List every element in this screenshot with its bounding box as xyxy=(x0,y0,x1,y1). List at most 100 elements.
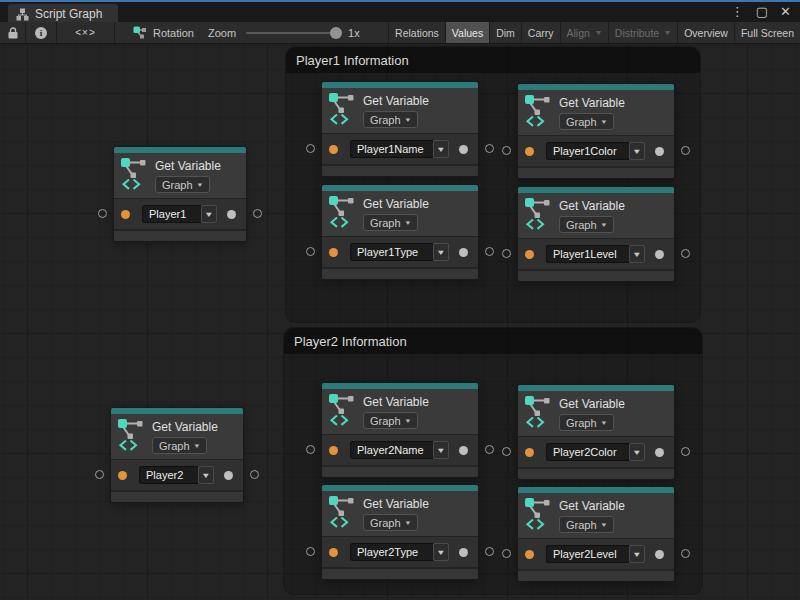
node-header[interactable]: Get Variable Graph ▼ xyxy=(322,389,478,434)
node-get-variable[interactable]: Get Variable Graph ▼ Player2Name ▼ xyxy=(322,383,478,477)
node-header[interactable]: Get Variable Graph ▼ xyxy=(518,391,674,436)
maximize-icon[interactable]: ▢ xyxy=(756,4,768,20)
output-port[interactable] xyxy=(485,445,494,454)
zoom-slider-handle[interactable] xyxy=(330,27,342,39)
graph-scope-dropdown[interactable]: Graph ▼ xyxy=(559,414,614,431)
variable-dropdown-button[interactable]: ▼ xyxy=(433,243,449,261)
node-header[interactable]: Get Variable Graph ▼ xyxy=(518,493,674,538)
output-port[interactable] xyxy=(681,249,690,258)
variable-dropdown[interactable]: Player1Type ▼ xyxy=(350,243,449,261)
carry-button[interactable]: Carry xyxy=(521,22,560,43)
input-port[interactable] xyxy=(306,144,315,153)
output-value-icon[interactable] xyxy=(227,210,236,219)
graph-scope-dropdown[interactable]: Graph ▼ xyxy=(363,514,418,531)
variable-dropdown[interactable]: Player2Level ▼ xyxy=(546,545,645,563)
output-port[interactable] xyxy=(485,547,494,556)
node-header[interactable]: Get Variable Graph ▼ xyxy=(518,90,674,135)
value-port-icon[interactable] xyxy=(525,550,534,559)
variable-dropdown[interactable]: Player1Level ▼ xyxy=(546,245,645,263)
node-header[interactable]: Get Variable Graph ▼ xyxy=(322,491,478,536)
variable-dropdown[interactable]: Player1 ▼ xyxy=(142,205,217,223)
variable-dropdown-button[interactable]: ▼ xyxy=(201,205,217,223)
graph-scope-dropdown[interactable]: Graph ▼ xyxy=(152,437,207,454)
graph-scope-dropdown[interactable]: Graph ▼ xyxy=(559,516,614,533)
output-value-icon[interactable] xyxy=(224,471,233,480)
value-port-icon[interactable] xyxy=(525,250,534,259)
dim-button[interactable]: Dim xyxy=(489,22,521,43)
variable-dropdown-button[interactable]: ▼ xyxy=(629,545,645,563)
graph-scope-dropdown[interactable]: Graph ▼ xyxy=(363,214,418,231)
lock-button[interactable] xyxy=(0,22,26,43)
node-get-variable[interactable]: Get Variable Graph ▼ Player1Color ▼ xyxy=(518,84,674,178)
input-port[interactable] xyxy=(502,447,511,456)
output-port[interactable] xyxy=(681,146,690,155)
values-button[interactable]: Values xyxy=(445,22,489,43)
variable-dropdown-button[interactable]: ▼ xyxy=(629,245,645,263)
variable-dropdown-button[interactable]: ▼ xyxy=(629,443,645,461)
input-port[interactable] xyxy=(502,249,511,258)
node-get-variable[interactable]: Get Variable Graph ▼ Player1Name ▼ xyxy=(322,82,478,176)
align-button[interactable]: Align▼ xyxy=(560,22,608,43)
output-value-icon[interactable] xyxy=(655,250,664,259)
overview-button[interactable]: Overview xyxy=(677,22,734,43)
variable-dropdown[interactable]: Player2Name ▼ xyxy=(350,441,449,459)
variable-dropdown[interactable]: Player2Type ▼ xyxy=(350,543,449,561)
output-value-icon[interactable] xyxy=(459,248,468,257)
graph-scope-dropdown[interactable]: Graph ▼ xyxy=(363,412,418,429)
value-port-icon[interactable] xyxy=(118,471,127,480)
info-button[interactable]: i xyxy=(26,22,57,43)
value-port-icon[interactable] xyxy=(329,548,338,557)
node-get-variable[interactable]: Get Variable Graph ▼ Player1 ▼ xyxy=(114,147,246,241)
fullscreen-button[interactable]: Full Screen xyxy=(734,22,800,43)
relations-button[interactable]: Relations xyxy=(388,22,445,43)
node-header[interactable]: Get Variable Graph ▼ xyxy=(518,193,674,238)
graph-scope-dropdown[interactable]: Graph ▼ xyxy=(559,113,614,130)
edit-graph-button[interactable]: <×> xyxy=(57,22,115,43)
variable-dropdown-button[interactable]: ▼ xyxy=(198,466,214,484)
input-port[interactable] xyxy=(306,445,315,454)
node-header[interactable]: Get Variable Graph ▼ xyxy=(114,153,246,198)
group-header[interactable]: Player2 Information xyxy=(284,328,702,354)
window-menu-icon[interactable]: ⋮ xyxy=(731,4,744,20)
node-get-variable[interactable]: Get Variable Graph ▼ Player2Type ▼ xyxy=(322,485,478,579)
graph-canvas[interactable]: Player1 Information Player2 Information … xyxy=(0,44,800,600)
input-port[interactable] xyxy=(95,470,104,479)
node-get-variable[interactable]: Get Variable Graph ▼ Player1Level ▼ xyxy=(518,187,674,281)
node-get-variable[interactable]: Get Variable Graph ▼ Player2Color ▼ xyxy=(518,385,674,479)
node-get-variable[interactable]: Get Variable Graph ▼ Player2 ▼ xyxy=(111,408,243,502)
variable-dropdown-button[interactable]: ▼ xyxy=(629,142,645,160)
node-get-variable[interactable]: Get Variable Graph ▼ Player1Type ▼ xyxy=(322,185,478,279)
group-header[interactable]: Player1 Information xyxy=(286,47,700,73)
value-port-icon[interactable] xyxy=(329,446,338,455)
input-port[interactable] xyxy=(502,549,511,558)
output-value-icon[interactable] xyxy=(655,147,664,156)
output-port[interactable] xyxy=(681,447,690,456)
tab-script-graph[interactable]: Script Graph xyxy=(8,4,118,24)
input-port[interactable] xyxy=(98,209,107,218)
input-port[interactable] xyxy=(306,547,315,556)
value-port-icon[interactable] xyxy=(525,147,534,156)
output-value-icon[interactable] xyxy=(459,446,468,455)
variable-dropdown[interactable]: Player1Color ▼ xyxy=(546,142,645,160)
input-port[interactable] xyxy=(502,146,511,155)
node-header[interactable]: Get Variable Graph ▼ xyxy=(322,88,478,133)
variable-dropdown[interactable]: Player2 ▼ xyxy=(139,466,214,484)
distribute-button[interactable]: Distribute▼ xyxy=(608,22,677,43)
zoom-slider[interactable] xyxy=(246,32,338,34)
output-value-icon[interactable] xyxy=(655,448,664,457)
node-header[interactable]: Get Variable Graph ▼ xyxy=(322,191,478,236)
rotation-control[interactable]: Rotation xyxy=(133,22,194,43)
value-port-icon[interactable] xyxy=(525,448,534,457)
variable-dropdown[interactable]: Player2Color ▼ xyxy=(546,443,645,461)
close-icon[interactable]: ✕ xyxy=(780,4,791,20)
output-port[interactable] xyxy=(681,549,690,558)
output-port[interactable] xyxy=(253,209,262,218)
node-header[interactable]: Get Variable Graph ▼ xyxy=(111,414,243,459)
output-port[interactable] xyxy=(485,247,494,256)
variable-dropdown-button[interactable]: ▼ xyxy=(433,441,449,459)
variable-dropdown[interactable]: Player1Name ▼ xyxy=(350,140,449,158)
graph-scope-dropdown[interactable]: Graph ▼ xyxy=(559,216,614,233)
value-port-icon[interactable] xyxy=(121,210,130,219)
output-value-icon[interactable] xyxy=(459,145,468,154)
output-value-icon[interactable] xyxy=(459,548,468,557)
